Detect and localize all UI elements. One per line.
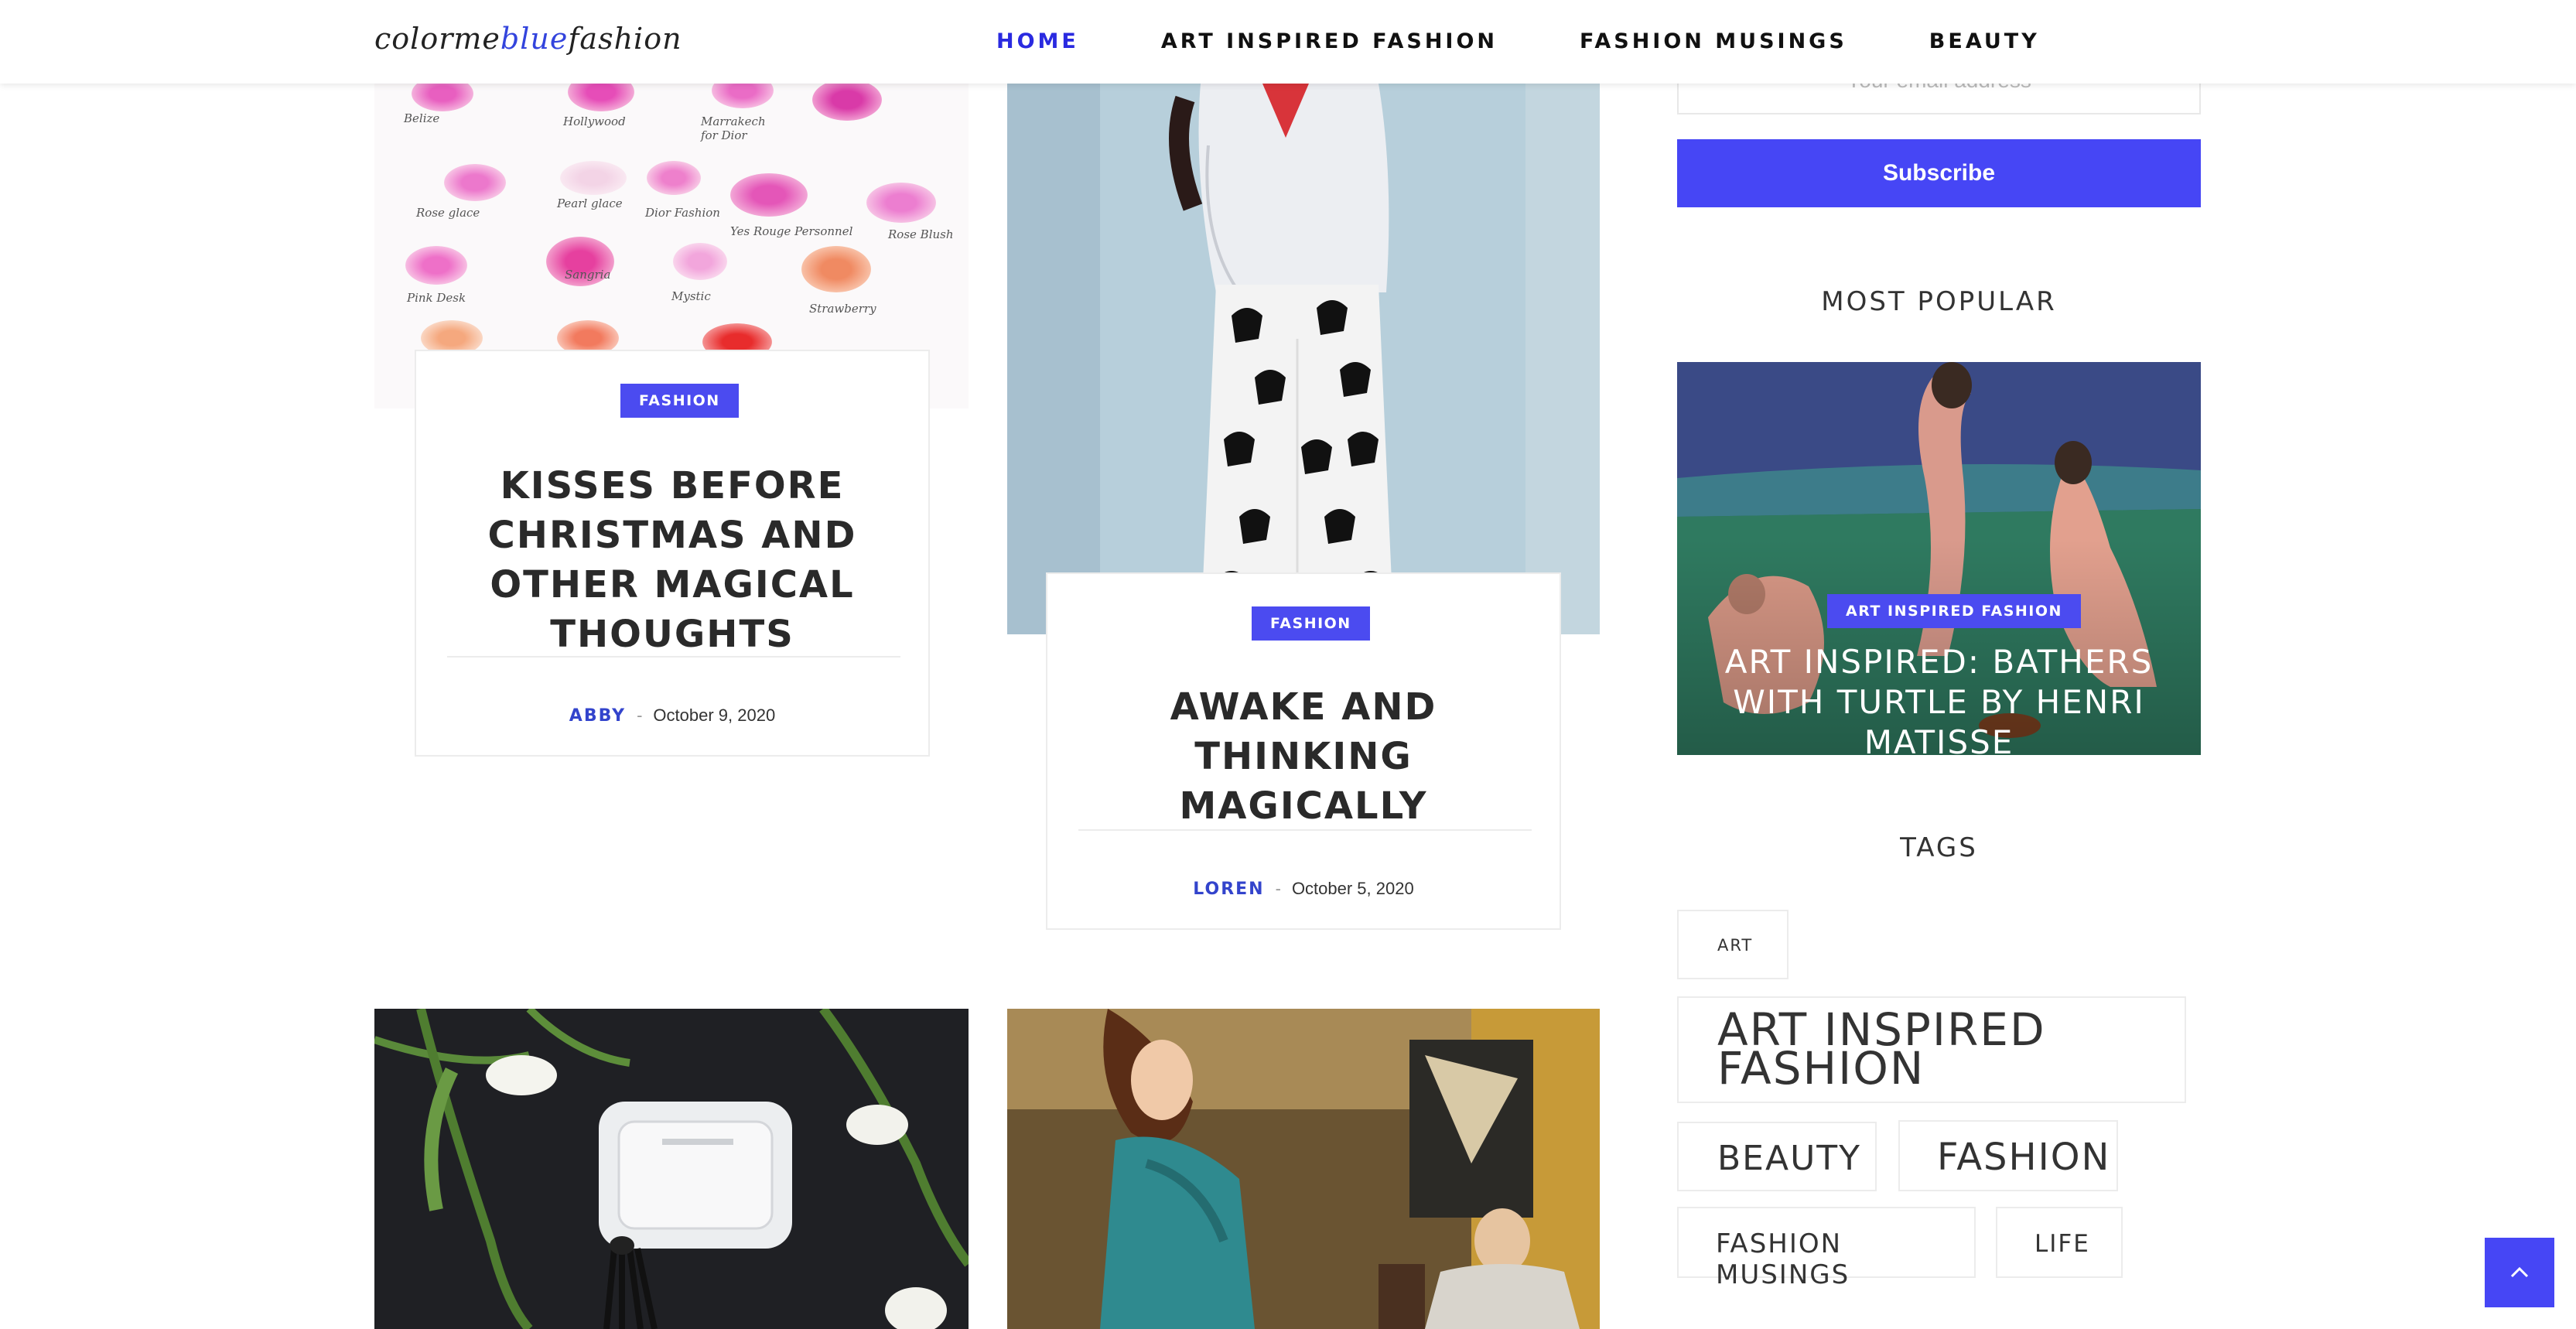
post-meta: ABBY - October 9, 2020 [416, 705, 928, 726]
kiss-label: Rose Blush [888, 227, 954, 241]
logo-text-2: blue [500, 22, 569, 56]
tag-art[interactable]: ART [1677, 910, 1789, 979]
post-card[interactable]: FASHION KISSES BEFORE CHRISTMAS AND OTHE… [415, 350, 930, 757]
popular-post-image[interactable]: ART INSPIRED FASHION ART INSPIRED: BATHE… [1677, 362, 2201, 755]
kiss-mark [647, 161, 701, 195]
tag-art-inspired-fashion[interactable]: ART INSPIRED FASHION [1677, 996, 2186, 1103]
back-to-top-button[interactable] [2485, 1238, 2554, 1307]
tag-fashion-musings[interactable]: FASHION MUSINGS [1677, 1207, 1976, 1290]
kiss-label: Hollywood [563, 114, 626, 128]
category-badge[interactable]: FASHION [620, 384, 739, 418]
post-author[interactable]: ABBY [569, 706, 626, 726]
post-date: October 9, 2020 [653, 705, 776, 725]
kiss-mark [812, 84, 882, 121]
post-image-figure[interactable] [1007, 84, 1600, 634]
tag-beauty[interactable]: BEAUTY [1677, 1122, 1877, 1191]
kiss-label: Dior Fashion [645, 206, 720, 220]
meta-separator: - [1275, 879, 1281, 898]
tag-label: ART INSPIRED FASHION [1717, 1003, 2046, 1095]
kiss-label: Pearl glace [557, 196, 623, 210]
most-popular-heading: MOST POPULAR [1821, 286, 2057, 317]
kiss-label: Strawberry [809, 302, 876, 316]
kiss-label: Marrakech for Dior [701, 114, 766, 142]
tag-label: ART [1717, 936, 1754, 955]
tags-heading: TAGS [1900, 832, 1978, 863]
post-meta: LOREN - October 5, 2020 [1047, 879, 1560, 899]
scene-illustration [1007, 1009, 1600, 1329]
nav-fashion-musings[interactable]: FASHION MUSINGS [1580, 29, 1847, 53]
site-header: colormebluefashion HOME ART INSPIRED FAS… [0, 0, 2576, 84]
card-divider [447, 656, 900, 658]
kiss-mark [405, 246, 467, 285]
post-card[interactable]: FASHION AWAKE AND THINKING MAGICALLY LOR… [1046, 572, 1561, 930]
tag-label: LIFE [2034, 1230, 2090, 1258]
kiss-mark [568, 84, 634, 111]
kiss-mark [673, 243, 727, 280]
kiss-mark [444, 164, 506, 201]
subscribe-button[interactable]: Subscribe [1677, 139, 2201, 207]
tag-life[interactable]: LIFE [1996, 1207, 2123, 1278]
post-image-bag[interactable] [374, 1009, 969, 1329]
kiss-mark [866, 183, 936, 223]
site-logo[interactable]: colormebluefashion [374, 22, 682, 56]
meta-separator: - [637, 705, 643, 725]
tag-label: FASHION [1937, 1136, 2111, 1179]
figure-illustration [1007, 84, 1600, 634]
popular-category-badge[interactable]: ART INSPIRED FASHION [1827, 594, 2081, 628]
post-date: October 5, 2020 [1291, 879, 1414, 898]
logo-text-1: colorme [374, 22, 501, 56]
post-image-scene[interactable] [1007, 1009, 1600, 1329]
tag-label: FASHION MUSINGS [1716, 1228, 1850, 1290]
popular-post-title[interactable]: ART INSPIRED: BATHERS WITH TURTLE BY HEN… [1700, 642, 2178, 755]
nav-beauty[interactable]: BEAUTY [1929, 29, 2040, 53]
kiss-mark [801, 246, 871, 292]
nav-home[interactable]: HOME [996, 29, 1079, 53]
tag-label: BEAUTY [1717, 1139, 1862, 1178]
kiss-mark [412, 84, 473, 111]
post-title[interactable]: KISSES BEFORE CHRISTMAS AND OTHER MAGICA… [416, 461, 928, 659]
logo-text-3: fashion [568, 22, 682, 56]
kiss-mark [730, 173, 808, 217]
main-nav: HOME ART INSPIRED FASHION FASHION MUSING… [996, 29, 2122, 53]
bag-illustration [374, 1009, 969, 1329]
kiss-label: Rose glace [416, 206, 480, 220]
nav-art-inspired-fashion[interactable]: ART INSPIRED FASHION [1161, 29, 1498, 53]
post-author[interactable]: LOREN [1193, 880, 1264, 899]
kiss-label: Yes Rouge Personnel [730, 224, 853, 238]
kiss-label: Sangria [565, 268, 611, 282]
chevron-up-icon [2510, 1266, 2529, 1278]
kiss-label: Belize [404, 111, 440, 125]
post-title[interactable]: AWAKE AND THINKING MAGICALLY [1047, 682, 1560, 831]
kiss-mark [560, 161, 627, 195]
card-divider [1078, 829, 1532, 831]
category-badge[interactable]: FASHION [1252, 606, 1370, 641]
kiss-label: Pink Desk [407, 291, 466, 305]
tag-fashion[interactable]: FASHION [1898, 1120, 2118, 1191]
kiss-label: Mystic [671, 289, 711, 303]
kiss-mark [712, 84, 774, 108]
